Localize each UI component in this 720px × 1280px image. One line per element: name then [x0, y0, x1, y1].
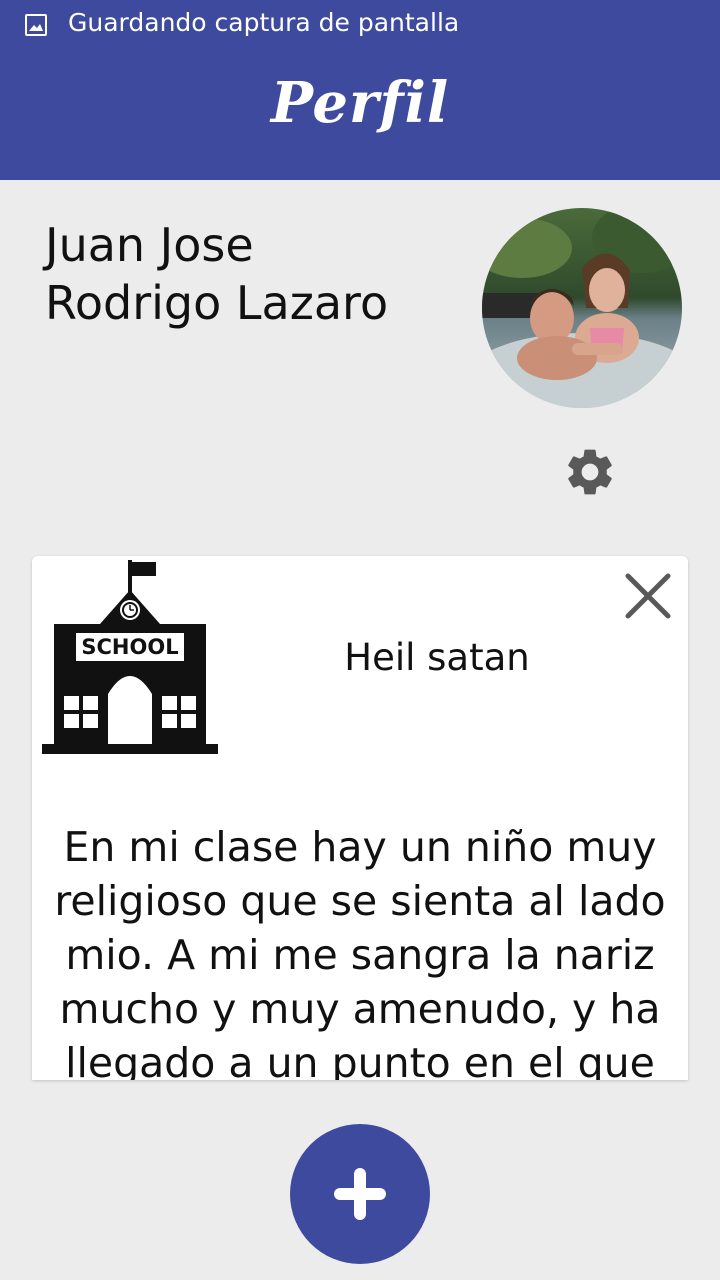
status-notification-text: Guardando captura de pantalla [68, 8, 460, 37]
settings-button[interactable] [560, 442, 620, 502]
avatar[interactable] [482, 208, 682, 408]
user-name-line1: Juan Jose [45, 218, 254, 272]
post-card[interactable]: SCHOOL Heil satan En mi clase hay un niñ… [32, 556, 688, 1080]
school-label: SCHOOL [81, 635, 178, 659]
user-name: Juan Jose Rodrigo Lazaro [45, 216, 465, 332]
add-post-button[interactable] [290, 1124, 430, 1264]
profile-photo [482, 208, 682, 408]
status-bar: Guardando captura de pantalla [0, 0, 720, 50]
page-title: Perfil [270, 70, 450, 136]
post-body-line: religioso que se sienta al lado [54, 877, 666, 925]
plus-icon [334, 1168, 386, 1220]
school-icon: SCHOOL [42, 560, 218, 754]
close-icon [625, 573, 671, 619]
image-icon [25, 14, 47, 36]
post-body-line: mucho y muy amenudo, y ha [59, 985, 661, 1033]
post-body-line: mio. A mi me sangra la nariz [65, 931, 655, 979]
app-header: Guardando captura de pantalla Perfil [0, 0, 720, 180]
post-body-line: En mi clase hay un niño muy [63, 823, 657, 871]
close-button[interactable] [622, 570, 674, 622]
post-body-line: llegado a un punto en el que [65, 1039, 655, 1080]
post-body: En mi clase hay un niño muy religioso qu… [50, 820, 670, 1080]
gear-icon [568, 449, 612, 495]
post-title: Heil satan [344, 636, 530, 679]
user-name-line2: Rodrigo Lazaro [45, 276, 389, 330]
